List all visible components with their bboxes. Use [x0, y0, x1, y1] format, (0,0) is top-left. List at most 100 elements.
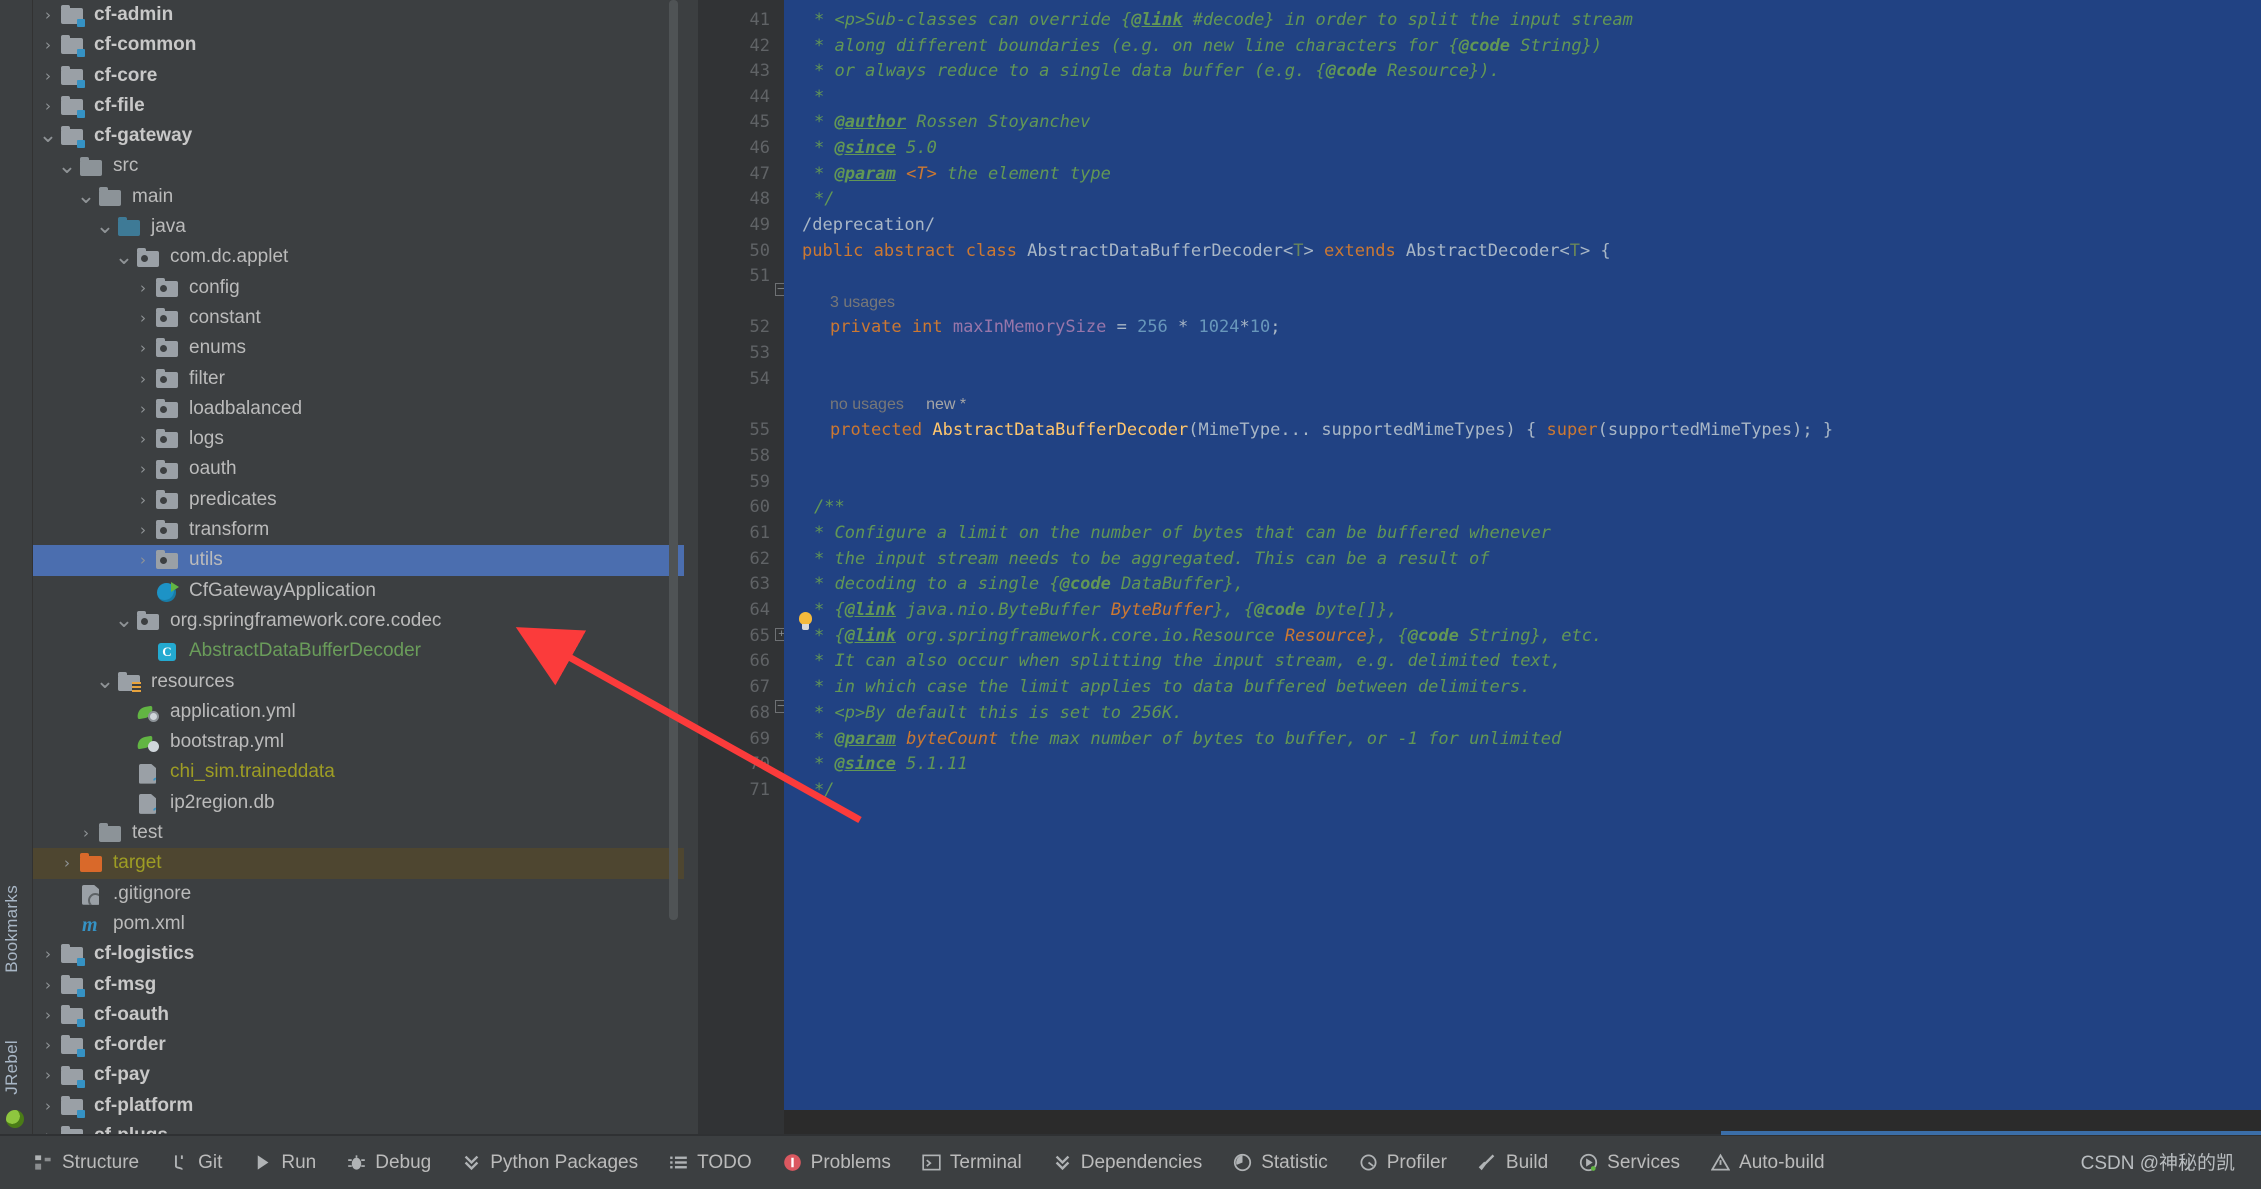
- tree-item-oauth[interactable]: › oauth: [33, 454, 684, 484]
- tree-item-label: cf-order: [94, 1034, 166, 1056]
- editor-code-area[interactable]: * <p>Sub-classes can override {@link #de…: [784, 0, 2261, 1135]
- chevron-right-icon[interactable]: ›: [37, 1091, 59, 1121]
- tool-window-button-todo[interactable]: TODO: [669, 1152, 752, 1174]
- tree-item-src[interactable]: ⌄ src: [33, 151, 684, 181]
- intention-bulb-icon[interactable]: [798, 612, 813, 631]
- tool-window-button-statistic[interactable]: Statistic: [1233, 1152, 1328, 1174]
- tree-item-logs[interactable]: › logs: [33, 424, 684, 454]
- tree-item-ip2region-db[interactable]: ip2region.db: [33, 788, 684, 818]
- tree-item-target[interactable]: › target: [33, 848, 684, 879]
- code-editor[interactable]: 41 42 43 44 45 46 47 48 49 50 51 52 53 54 55 58 59 60 61 62…: [684, 0, 2261, 1135]
- chevron-right-icon[interactable]: ›: [37, 939, 59, 969]
- chevron-right-icon[interactable]: ›: [37, 1000, 59, 1030]
- tree-item-filter[interactable]: › filter: [33, 364, 684, 394]
- chevron-right-icon[interactable]: ›: [132, 485, 154, 515]
- tool-window-button-run[interactable]: Run: [253, 1152, 316, 1174]
- chevron-down-icon[interactable]: ⌄: [94, 216, 116, 238]
- tree-item-gitignore[interactable]: .gitignore: [33, 879, 684, 909]
- tree-item-predicates[interactable]: › predicates: [33, 485, 684, 515]
- chevron-right-icon[interactable]: ›: [132, 303, 154, 333]
- tool-window-button-auto-build[interactable]: Auto-build: [1710, 1152, 1825, 1174]
- chevron-right-icon[interactable]: ›: [56, 848, 78, 878]
- tree-item-cf-core[interactable]: › cf-core: [33, 61, 684, 91]
- tool-window-button-problems[interactable]: Problems: [783, 1152, 891, 1174]
- tool-window-button-label: Statistic: [1261, 1151, 1328, 1173]
- tree-item-java[interactable]: ⌄ java: [33, 212, 684, 242]
- chevron-right-icon[interactable]: ›: [37, 1121, 59, 1135]
- chevron-right-icon[interactable]: ›: [132, 515, 154, 545]
- tree-item-label: cf-common: [94, 34, 197, 56]
- chevron-right-icon[interactable]: ›: [37, 91, 59, 121]
- project-tree-pane[interactable]: › cf-admin › cf-common › cf-core › cf-file ⌄ cf-g…: [33, 0, 684, 1135]
- tool-window-button-dependencies[interactable]: Dependencies: [1053, 1152, 1202, 1174]
- tree-item-cfgatewayapplication[interactable]: CfGatewayApplication: [33, 576, 684, 606]
- tree-item-constant[interactable]: › constant: [33, 303, 684, 333]
- tool-window-button-build[interactable]: Build: [1478, 1152, 1548, 1174]
- tree-item-cf-file[interactable]: › cf-file: [33, 91, 684, 121]
- project-tree-scrollbar[interactable]: [669, 0, 678, 920]
- tree-item-transform[interactable]: › transform: [33, 515, 684, 545]
- chevron-right-icon[interactable]: ›: [37, 970, 59, 1000]
- tree-item-cf-msg[interactable]: › cf-msg: [33, 970, 684, 1000]
- tree-item-cf-admin[interactable]: › cf-admin: [33, 0, 684, 30]
- tree-item-com-dc-applet[interactable]: ⌄ com.dc.applet: [33, 242, 684, 272]
- tree-item-chi-sim-traineddata[interactable]: chi_sim.traineddata: [33, 757, 684, 787]
- tree-item-utils[interactable]: › utils: [33, 545, 684, 576]
- tree-item-label: pom.xml: [113, 912, 185, 934]
- tree-item-label: cf-platform: [94, 1094, 194, 1116]
- tree-item-abstractdatabufferdecoder[interactable]: C AbstractDataBufferDecoder: [33, 636, 684, 666]
- tool-window-button-git[interactable]: Git: [170, 1152, 222, 1174]
- tree-item-cf-platform[interactable]: › cf-platform: [33, 1091, 684, 1121]
- chevron-right-icon[interactable]: ›: [37, 30, 59, 60]
- chevron-right-icon[interactable]: ›: [37, 61, 59, 91]
- chevron-right-icon[interactable]: ›: [132, 333, 154, 363]
- tool-window-button-services[interactable]: Services: [1579, 1152, 1680, 1174]
- chevron-right-icon[interactable]: ›: [132, 394, 154, 424]
- chevron-down-icon[interactable]: ⌄: [75, 185, 97, 207]
- tool-window-button-structure[interactable]: Structure: [34, 1152, 139, 1174]
- tree-item-cf-common[interactable]: › cf-common: [33, 30, 684, 60]
- tree-item-loadbalanced[interactable]: › loadbalanced: [33, 394, 684, 424]
- code-line: */: [814, 189, 835, 209]
- tree-item-enums[interactable]: › enums: [33, 333, 684, 363]
- tree-item-pom-xml[interactable]: m pom.xml: [33, 909, 684, 939]
- chevron-right-icon[interactable]: ›: [37, 1030, 59, 1060]
- tree-item-test[interactable]: › test: [33, 818, 684, 848]
- tree-item-label: oauth: [189, 458, 237, 480]
- chevron-down-icon[interactable]: ⌄: [113, 610, 135, 632]
- bookmarks-tool-tab[interactable]: Bookmarks: [2, 885, 22, 973]
- tool-window-button-terminal[interactable]: Terminal: [922, 1152, 1022, 1174]
- tool-window-button-python-packages[interactable]: Python Packages: [462, 1152, 638, 1174]
- chevron-down-icon[interactable]: ⌄: [113, 246, 135, 268]
- tool-window-button-debug[interactable]: Debug: [347, 1152, 431, 1174]
- tree-item-cf-order[interactable]: › cf-order: [33, 1030, 684, 1060]
- chevron-down-icon[interactable]: ⌄: [37, 125, 59, 147]
- tree-item-org-springframework-core-codec[interactable]: ⌄ org.springframework.core.codec: [33, 606, 684, 636]
- chevron-right-icon[interactable]: ›: [132, 424, 154, 454]
- chevron-right-icon[interactable]: ›: [132, 454, 154, 484]
- unknown-file-icon: [135, 762, 163, 784]
- chevron-down-icon[interactable]: ⌄: [94, 670, 116, 692]
- tree-item-label: chi_sim.traineddata: [170, 761, 335, 783]
- tree-item-cf-logistics[interactable]: › cf-logistics: [33, 939, 684, 969]
- code-line: * @param <T> the element type: [814, 164, 1111, 184]
- tree-item-main[interactable]: ⌄ main: [33, 182, 684, 212]
- editor-gutter[interactable]: 41 42 43 44 45 46 47 48 49 50 51 52 53 54 55 58 59 60 61 62…: [698, 0, 788, 1135]
- chevron-right-icon[interactable]: ›: [37, 1060, 59, 1090]
- chevron-right-icon[interactable]: ›: [132, 364, 154, 394]
- tree-item-cf-oauth[interactable]: › cf-oauth: [33, 1000, 684, 1030]
- tree-item-config[interactable]: › config: [33, 273, 684, 303]
- tree-item-application-yml[interactable]: application.yml: [33, 697, 684, 727]
- chevron-right-icon[interactable]: ›: [132, 273, 154, 303]
- jrebel-tool-tab[interactable]: JRebel: [2, 1040, 22, 1095]
- tree-item-cf-plugs[interactable]: › cf-plugs: [33, 1121, 684, 1135]
- tree-item-resources[interactable]: ⌄ resources: [33, 667, 684, 697]
- chevron-right-icon[interactable]: ›: [132, 545, 154, 575]
- chevron-right-icon[interactable]: ›: [37, 0, 59, 30]
- tree-item-cf-pay[interactable]: › cf-pay: [33, 1060, 684, 1090]
- tree-item-cf-gateway[interactable]: ⌄ cf-gateway: [33, 121, 684, 151]
- tree-item-bootstrap-yml[interactable]: bootstrap.yml: [33, 727, 684, 757]
- tool-window-button-profiler[interactable]: Profiler: [1359, 1152, 1447, 1174]
- chevron-down-icon[interactable]: ⌄: [56, 155, 78, 177]
- chevron-right-icon[interactable]: ›: [75, 818, 97, 848]
